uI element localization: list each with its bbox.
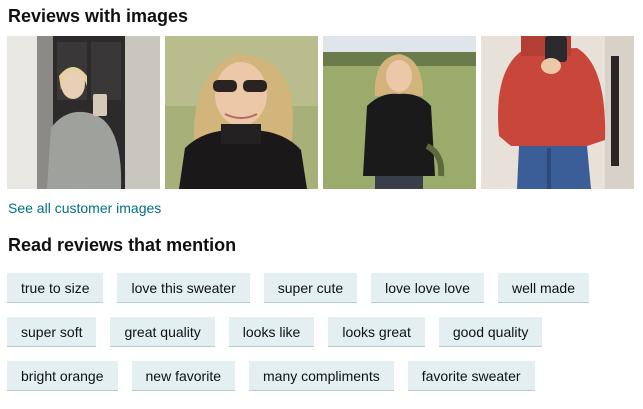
see-all-customer-images-link[interactable]: See all customer images: [8, 199, 161, 217]
mention-chip-great-quality[interactable]: great quality: [110, 317, 215, 347]
customer-image-1[interactable]: [7, 36, 160, 189]
mention-chip-love-this-sweater[interactable]: love this sweater: [117, 273, 250, 303]
mention-chip-bright-orange[interactable]: bright orange: [7, 361, 118, 391]
mention-chip-many-compliments[interactable]: many compliments: [249, 361, 394, 391]
mention-chip-well-made[interactable]: well made: [497, 273, 589, 303]
mention-chip-super-cute[interactable]: super cute: [263, 273, 358, 303]
mention-chip-looks-great[interactable]: looks great: [328, 317, 425, 347]
mention-chip-looks-like[interactable]: looks like: [228, 317, 315, 347]
mention-chip-new-favorite[interactable]: new favorite: [131, 361, 235, 391]
customer-images-strip: [7, 36, 635, 189]
mention-chip-favorite-sweater[interactable]: favorite sweater: [407, 361, 535, 391]
mention-chip-good-quality[interactable]: good quality: [438, 317, 543, 347]
mention-chip-love-love-love[interactable]: love love love: [371, 273, 484, 303]
chip-row-2: super soft great quality looks like looks g…: [7, 317, 556, 347]
mention-chip-true-to-size[interactable]: true to size: [7, 273, 104, 303]
chip-row-3: bright orange new favorite many compliment…: [7, 361, 549, 391]
customer-image-2[interactable]: [165, 36, 318, 189]
customer-image-4[interactable]: [481, 36, 634, 189]
customer-photo-icon: [481, 36, 634, 189]
customer-photo-icon: [7, 36, 160, 189]
chip-row-1: true to size love this sweater super cute l…: [7, 273, 603, 303]
mention-chip-super-soft[interactable]: super soft: [7, 317, 97, 347]
customer-photo-icon: [165, 36, 318, 189]
read-reviews-that-mention-heading: Read reviews that mention: [8, 235, 237, 255]
customer-image-3[interactable]: [323, 36, 476, 189]
customer-photo-icon: [323, 36, 476, 189]
reviews-with-images-heading: Reviews with images: [8, 6, 189, 26]
